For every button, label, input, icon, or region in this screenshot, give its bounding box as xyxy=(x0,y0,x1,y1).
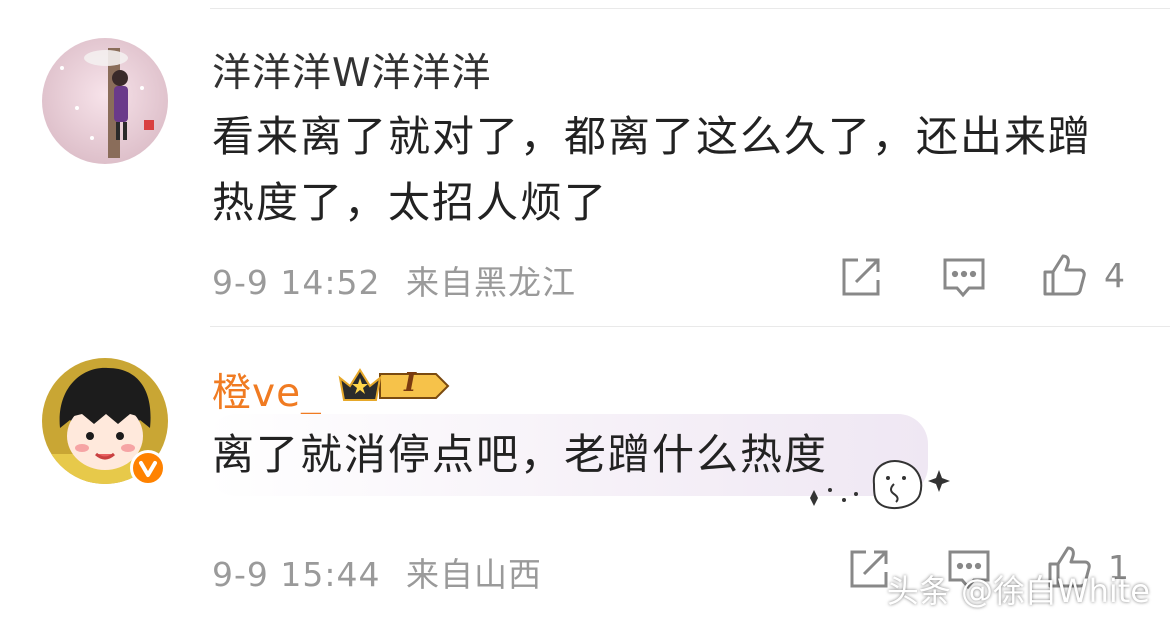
sticker-bear-icon xyxy=(800,454,950,518)
crown-icon xyxy=(338,368,382,401)
timestamp: 9-9 15:44 xyxy=(212,555,381,594)
share-icon xyxy=(850,550,888,588)
share-button[interactable] xyxy=(838,254,884,300)
location: 来自山西 xyxy=(406,555,542,594)
share-button[interactable] xyxy=(846,546,892,592)
comment-meta: 9-9 14:52 来自黑龙江 xyxy=(212,256,576,304)
username[interactable]: 橙ve_ xyxy=(212,362,322,418)
reply-icon xyxy=(943,258,985,298)
timestamp: 9-9 14:52 xyxy=(212,263,381,302)
level-text: I xyxy=(404,368,417,398)
like-count: 4 xyxy=(1104,256,1125,295)
location: 来自黑龙江 xyxy=(406,263,576,302)
username-text: 橙ve_ xyxy=(212,371,322,416)
like-button[interactable] xyxy=(1041,252,1087,298)
comment-item: 洋洋洋W洋洋洋 看来离了就对了，都离了这么久了，还出来蹭热度了，太招人烦了 9-… xyxy=(0,0,1170,326)
vip-level-badge: I xyxy=(336,364,452,408)
like-icon xyxy=(1043,254,1086,296)
avatar[interactable] xyxy=(42,38,168,164)
watermark: 头条 @徐白White xyxy=(886,572,1150,610)
verified-icon xyxy=(130,450,166,486)
comment-text: 看来离了就对了，都离了这么久了，还出来蹭热度了，太招人烦了 xyxy=(212,112,1093,227)
comment-text: 离了就消停点吧，老蹭什么热度 xyxy=(212,430,829,479)
reply-button[interactable] xyxy=(941,254,987,300)
share-icon xyxy=(842,258,880,296)
comment-meta: 9-9 15:44 来自山西 xyxy=(212,548,542,596)
username[interactable]: 洋洋洋W洋洋洋 xyxy=(212,42,492,98)
